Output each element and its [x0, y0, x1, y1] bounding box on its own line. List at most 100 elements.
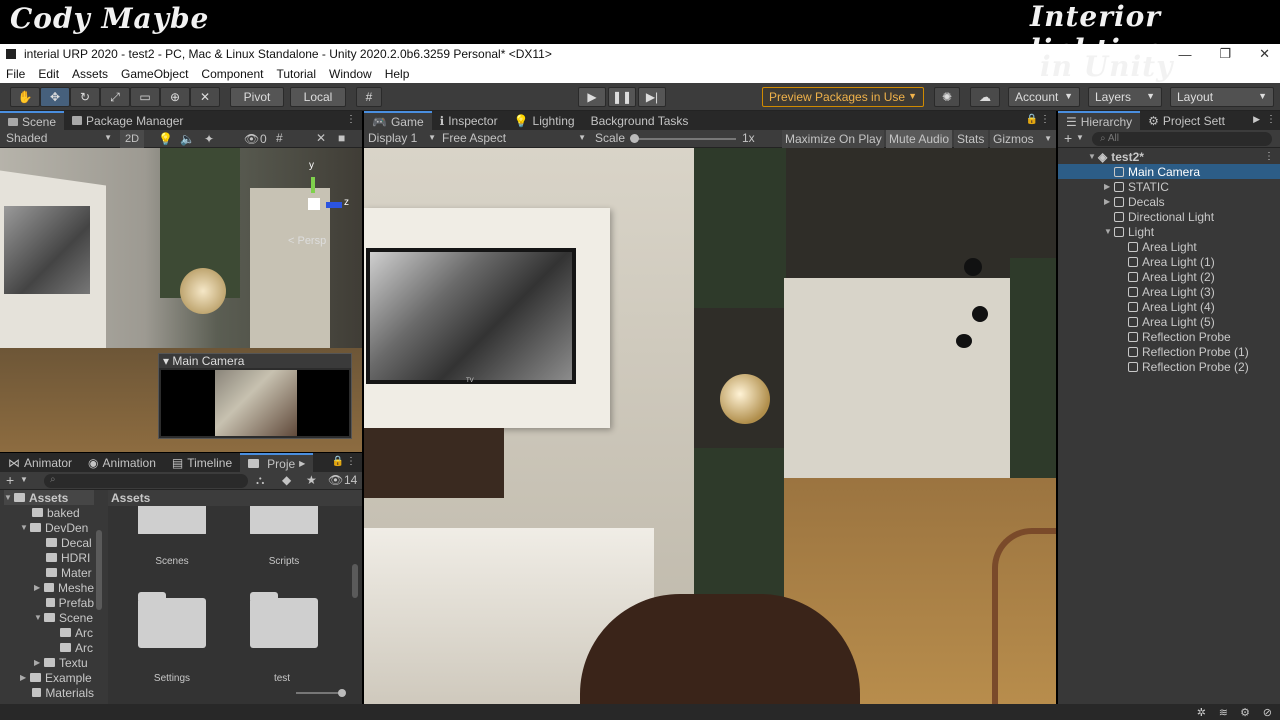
visibility-icon[interactable]: 👁: [328, 473, 343, 487]
hierarchy-item-main-camera[interactable]: Main Camera: [1058, 164, 1280, 179]
camera-icon[interactable]: ■: [338, 131, 345, 145]
tab-hierarchy[interactable]: ☰ Hierarchy: [1058, 111, 1141, 130]
folder-scenes[interactable]: [138, 506, 206, 534]
expand-arrow-icon[interactable]: ▶: [1104, 182, 1114, 191]
hierarchy-item-reflection-probe[interactable]: Reflection Probe: [1058, 329, 1280, 344]
tree-item-prefabs[interactable]: Prefab: [46, 595, 94, 610]
folder-settings[interactable]: [138, 592, 206, 648]
lighting-bake-icon[interactable]: ⚙: [1240, 706, 1250, 719]
gizmo-y-axis[interactable]: [311, 177, 315, 193]
tree-item-hdri[interactable]: HDRI: [46, 550, 94, 565]
lighting-toggle-icon[interactable]: 💡: [158, 132, 173, 146]
scale-slider-thumb[interactable]: [630, 134, 639, 143]
folder-test[interactable]: [250, 592, 318, 648]
chevron-right-icon[interactable]: ▶: [1253, 114, 1260, 125]
hierarchy-root-scene[interactable]: ▼ ◈ test2*: [1058, 149, 1280, 164]
tree-item-scenes[interactable]: ▼ Scene: [34, 610, 94, 625]
local-toggle[interactable]: Local: [290, 87, 346, 107]
tools-icon[interactable]: ✕: [316, 131, 326, 145]
chevron-down-icon[interactable]: ▼: [1076, 133, 1084, 142]
tree-item-materials-root[interactable]: Materials: [32, 685, 94, 700]
maximize-on-play-toggle[interactable]: Maximize On Play: [782, 130, 884, 148]
layers-dropdown[interactable]: Layers ▼: [1088, 87, 1162, 107]
hierarchy-item-light[interactable]: ▼ Light: [1058, 224, 1280, 239]
grid-scrollbar[interactable]: [352, 564, 358, 598]
tab-timeline[interactable]: ▤ Timeline: [164, 453, 240, 472]
expand-arrow-icon[interactable]: ▶: [1104, 197, 1114, 206]
grid-snap-button[interactable]: #: [356, 87, 382, 107]
tab-project[interactable]: Proje ▶: [240, 453, 314, 472]
menu-help[interactable]: Help: [385, 67, 410, 81]
tree-item-devden[interactable]: ▼ DevDen: [20, 520, 94, 535]
mute-audio-toggle[interactable]: Mute Audio: [886, 130, 952, 148]
hierarchy-item-reflection-probe-1[interactable]: Reflection Probe (1): [1058, 344, 1280, 359]
tree-item-example[interactable]: ▶ Example: [20, 670, 94, 685]
chevron-right-icon[interactable]: ▶: [299, 459, 305, 468]
add-icon[interactable]: +: [1064, 130, 1072, 146]
hierarchy-item-directional-light[interactable]: Directional Light: [1058, 209, 1280, 224]
menu-file[interactable]: File: [6, 67, 25, 81]
game-viewport[interactable]: TV: [364, 148, 1056, 704]
scene-menu-icon[interactable]: ⋮: [1264, 151, 1274, 162]
label-icon[interactable]: ◆: [282, 473, 291, 487]
restore-icon[interactable]: ❐: [1219, 46, 1231, 62]
menu-window[interactable]: Window: [329, 67, 372, 81]
pause-button[interactable]: ❚❚: [608, 87, 636, 107]
hierarchy-item-area-light[interactable]: Area Light: [1058, 239, 1280, 254]
layers-stack-icon[interactable]: ≋: [1219, 706, 1228, 719]
gizmo-z-axis[interactable]: [326, 202, 342, 208]
filter-type-icon[interactable]: ⛬: [256, 473, 264, 488]
scale-slider-track[interactable]: [632, 138, 736, 140]
custom-tool-button[interactable]: ✕: [190, 87, 220, 107]
tab-scene[interactable]: Scene: [0, 111, 65, 130]
hierarchy-item-decals[interactable]: ▶ Decals: [1058, 194, 1280, 209]
tab-lighting[interactable]: 💡 Lighting: [506, 111, 583, 130]
expand-arrow-icon[interactable]: ▼: [1104, 227, 1114, 236]
tab-inspector[interactable]: ℹ Inspector: [432, 111, 506, 130]
services-button[interactable]: ✺: [934, 87, 960, 107]
tree-item-decal[interactable]: Decal: [46, 535, 94, 550]
hand-tool-button[interactable]: ✋: [10, 87, 40, 107]
preview-packages-dropdown[interactable]: Preview Packages in Use ▼: [762, 87, 924, 107]
folder-scripts[interactable]: [250, 506, 318, 534]
expand-arrow-icon[interactable]: ▶: [34, 583, 44, 592]
layout-dropdown[interactable]: Layout ▼: [1170, 87, 1274, 107]
hierarchy-item-area-light-5[interactable]: Area Light (5): [1058, 314, 1280, 329]
menu-edit[interactable]: Edit: [38, 67, 59, 81]
hierarchy-item-area-light-2[interactable]: Area Light (2): [1058, 269, 1280, 284]
icon-size-slider-track[interactable]: [296, 692, 344, 694]
debug-icon[interactable]: ✲: [1197, 706, 1206, 719]
gizmo-center[interactable]: [308, 198, 320, 210]
persp-label[interactable]: < Persp: [288, 235, 326, 247]
gizmos-dropdown[interactable]: Gizmos ▼: [990, 130, 1056, 148]
expand-arrow-icon[interactable]: ▼: [34, 613, 44, 622]
hierarchy-item-area-light-1[interactable]: Area Light (1): [1058, 254, 1280, 269]
stats-toggle[interactable]: Stats: [954, 130, 988, 148]
star-icon[interactable]: ★: [306, 473, 317, 487]
expand-arrow-icon[interactable]: ▼: [1088, 152, 1098, 161]
audio-toggle-icon[interactable]: 🔈: [180, 132, 195, 146]
expand-arrow-icon[interactable]: ▶: [34, 658, 44, 667]
panel-menu-icon[interactable]: ⋮: [1040, 114, 1050, 125]
tree-item-materials[interactable]: Mater: [46, 565, 94, 580]
chevron-down-icon[interactable]: ▼: [20, 475, 28, 484]
expand-arrow-icon[interactable]: ▼: [20, 523, 30, 532]
minimize-icon[interactable]: —: [1178, 47, 1191, 62]
toggle-2d-button[interactable]: 2D: [120, 130, 144, 148]
effects-toggle-icon[interactable]: ✦: [204, 132, 214, 146]
scale-tool-button[interactable]: ⤢: [100, 87, 130, 107]
tree-item-baked[interactable]: baked: [32, 505, 94, 520]
shading-dropdown[interactable]: Shaded ▼: [6, 131, 114, 145]
hierarchy-item-static[interactable]: ▶ STATIC: [1058, 179, 1280, 194]
tab-project-settings[interactable]: ⚙ Project Sett: [1140, 111, 1233, 130]
hierarchy-item-area-light-3[interactable]: Area Light (3): [1058, 284, 1280, 299]
status-check-icon[interactable]: ⊘: [1263, 706, 1272, 719]
tree-item-assets[interactable]: ▼ Assets: [4, 490, 94, 505]
tree-item-meshes[interactable]: ▶ Meshe: [34, 580, 94, 595]
tree-item-textures[interactable]: ▶ Textu: [34, 655, 94, 670]
panel-menu-icon[interactable]: ⋮: [1266, 114, 1276, 125]
rect-tool-button[interactable]: ▭: [130, 87, 160, 107]
move-tool-button[interactable]: ✥: [40, 87, 70, 107]
project-search-input[interactable]: ⌕: [44, 474, 248, 488]
hierarchy-search-input[interactable]: ⌕ All: [1092, 132, 1272, 146]
